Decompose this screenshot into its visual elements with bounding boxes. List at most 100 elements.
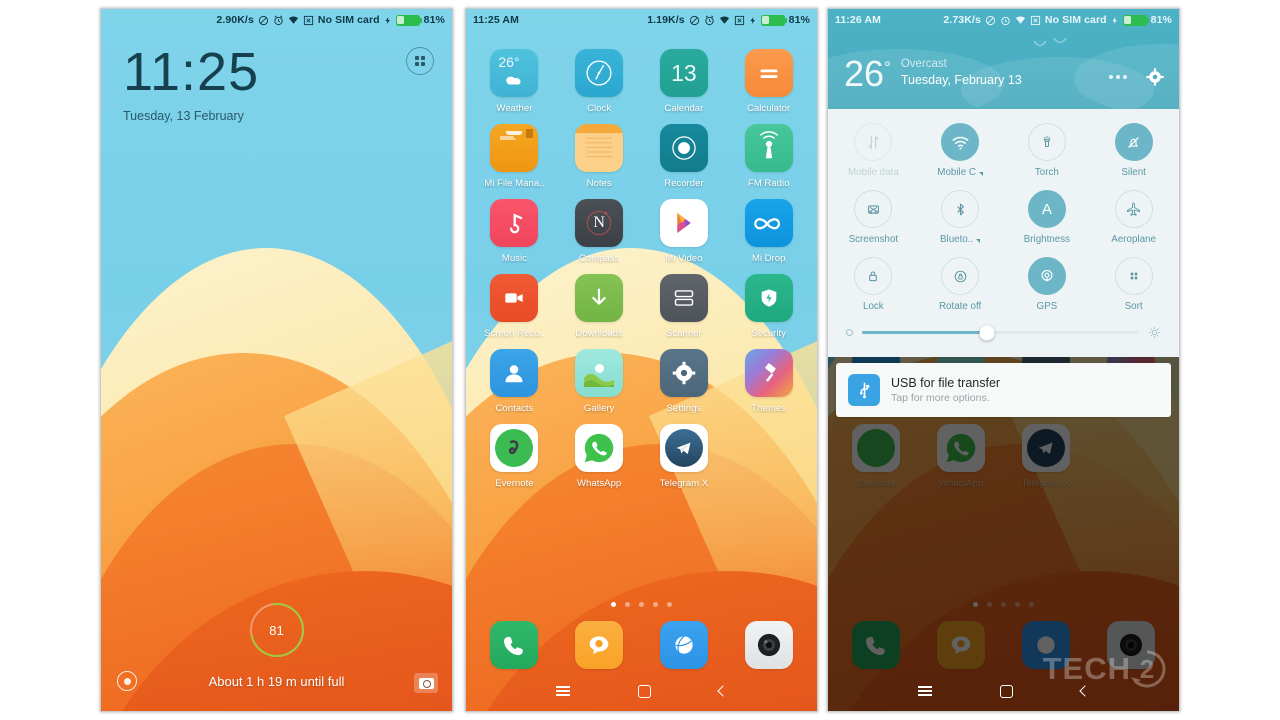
app-music[interactable]: Music	[472, 189, 557, 264]
app-label: Mi File Mana..	[484, 178, 545, 189]
recorder-icon	[659, 124, 708, 172]
dnd-icon	[689, 15, 699, 25]
wifi-icon	[1015, 15, 1025, 24]
more-options-icon[interactable]	[1109, 75, 1127, 79]
music-icon	[490, 199, 539, 247]
app-telegram[interactable]: Telegram X	[642, 414, 727, 489]
settings-gear-icon	[659, 349, 708, 397]
shade-weather-header[interactable]: 11:26 AM 2.73K/s No SIM card 81% 26° Ove…	[828, 9, 1179, 109]
app-label: Compass	[578, 253, 620, 264]
silent-bell-icon	[1114, 123, 1153, 161]
shade-temperature: 26°	[844, 52, 891, 94]
quick-settings-shade: 11:26 AM 2.73K/s No SIM card 81% 26° Ove…	[828, 9, 1179, 417]
qs-wifi[interactable]: Mobile C	[917, 123, 1004, 190]
phone-icon	[490, 621, 539, 669]
app-downloads[interactable]: Downloads	[557, 264, 642, 339]
network-speed: 2.90K/s	[216, 14, 254, 26]
app-fm-radio[interactable]: FM Radio	[726, 114, 811, 189]
battery-percent: 81%	[423, 14, 445, 26]
app-file-manager[interactable]: Mi File Mana..	[472, 114, 557, 189]
app-settings[interactable]: Settings	[642, 339, 727, 414]
dock-phone[interactable]	[472, 621, 557, 669]
app-clock[interactable]: Clock	[557, 39, 642, 114]
app-mi-drop[interactable]: Mi Drop	[726, 189, 811, 264]
battery-icon	[395, 14, 423, 26]
menu-icon[interactable]	[918, 686, 932, 696]
brightness-slider-row	[830, 324, 1177, 351]
qs-brightness[interactable]: A Brightness	[1004, 190, 1091, 257]
dock-camera[interactable]	[726, 621, 811, 669]
brightness-slider[interactable]	[862, 325, 1139, 340]
app-evernote[interactable]: Evernote	[472, 414, 557, 489]
weather-icon: 26°	[490, 49, 539, 97]
menu-icon[interactable]	[556, 686, 570, 696]
app-whatsapp[interactable]: WhatsApp	[557, 414, 642, 489]
charging-bolt-icon	[385, 16, 390, 24]
page-indicator[interactable]	[466, 602, 817, 607]
dock-messaging[interactable]	[557, 621, 642, 669]
qs-mobile-data[interactable]: Mobile data	[830, 123, 917, 190]
qs-aeroplane[interactable]: Aeroplane	[1090, 190, 1177, 257]
notification-usb[interactable]: USB for file transfer Tap for more optio…	[836, 363, 1171, 417]
app-compass[interactable]: N Compass	[557, 189, 642, 264]
rotate-lock-icon	[941, 257, 980, 295]
home-icon[interactable]	[638, 684, 651, 698]
app-gallery[interactable]: Gallery	[557, 339, 642, 414]
qs-label: Lock	[863, 301, 884, 312]
app-weather[interactable]: 26° Weather	[472, 39, 557, 114]
app-row: Evernote WhatsApp Telegram X	[472, 414, 811, 489]
app-scanner[interactable]: Scanner	[642, 264, 727, 339]
app-mi-video[interactable]: Mi Video	[642, 189, 727, 264]
qs-silent[interactable]: Silent	[1090, 123, 1177, 190]
sim-status: No SIM card	[317, 14, 380, 26]
app-label: Security	[751, 328, 786, 339]
app-recorder[interactable]: Recorder	[642, 114, 727, 189]
notification-title: USB for file transfer	[891, 376, 1001, 390]
app-notes[interactable]: Notes	[557, 114, 642, 189]
network-speed: 2.73K/s	[943, 14, 981, 26]
app-security[interactable]: Security	[726, 264, 811, 339]
back-icon[interactable]	[717, 685, 729, 697]
battery-ring: 81	[238, 592, 315, 668]
qs-label: Screenshot	[848, 234, 899, 245]
qs-rotate-off[interactable]: Rotate off	[917, 257, 1004, 324]
battery-percent: 81%	[788, 14, 810, 26]
status-clock: 11:26 AM	[835, 14, 881, 26]
camera-icon[interactable]	[414, 673, 438, 693]
app-row: Music N Compass Mi Video Mi Drop	[472, 189, 811, 264]
app-calculator[interactable]: Calculator	[726, 39, 811, 114]
app-label: Calendar	[664, 103, 704, 114]
qs-gps[interactable]: GPS	[1004, 257, 1091, 324]
flashlight-icon[interactable]	[117, 671, 137, 691]
statusbar-lockscreen: 2.90K/s No SIM card 81%	[101, 9, 452, 31]
calculator-icon	[744, 49, 793, 97]
app-themes[interactable]: Themes	[726, 339, 811, 414]
qs-lock[interactable]: Lock	[830, 257, 917, 324]
mobile-data-icon	[854, 123, 893, 161]
qs-torch[interactable]: Torch	[1004, 123, 1091, 190]
qs-label: Mobile C	[937, 167, 983, 178]
app-row: Screen Reco.. Downloads Scanner Security	[472, 264, 811, 339]
panel-lockscreen: 2.90K/s No SIM card 81% 11:25 Tuesday, 1…	[100, 8, 453, 712]
app-label: Gallery	[583, 403, 615, 414]
dock-browser[interactable]	[642, 621, 727, 669]
brightness-low-icon	[846, 329, 853, 336]
app-shortcut-icon[interactable]	[406, 47, 434, 75]
app-contacts[interactable]: Contacts	[472, 339, 557, 414]
qs-bluetooth[interactable]: Blueto..	[917, 190, 1004, 257]
qs-screenshot[interactable]: Screenshot	[830, 190, 917, 257]
gps-icon	[1027, 257, 1066, 295]
app-label: Downloads	[575, 328, 623, 339]
app-screen-recorder[interactable]: Screen Reco..	[472, 264, 557, 339]
panel-notification-shade: Contacts Gallery Settings Themes Evernot…	[827, 8, 1180, 712]
calendar-day-badge: 13	[671, 59, 697, 86]
app-calendar[interactable]: 13 Calendar	[642, 39, 727, 114]
battery-icon	[1122, 14, 1150, 26]
quick-settings-grid: Mobile data Mobile C Torch Silent Screen…	[828, 109, 1179, 357]
home-icon[interactable]	[1000, 684, 1013, 698]
qs-sort[interactable]: Sort	[1090, 257, 1177, 324]
statusbar-shade: 11:26 AM 2.73K/s No SIM card 81%	[828, 9, 1179, 31]
settings-gear-icon[interactable]	[1145, 67, 1165, 87]
sim-status: No SIM card	[1044, 14, 1107, 26]
qs-label: Aeroplane	[1111, 234, 1156, 245]
